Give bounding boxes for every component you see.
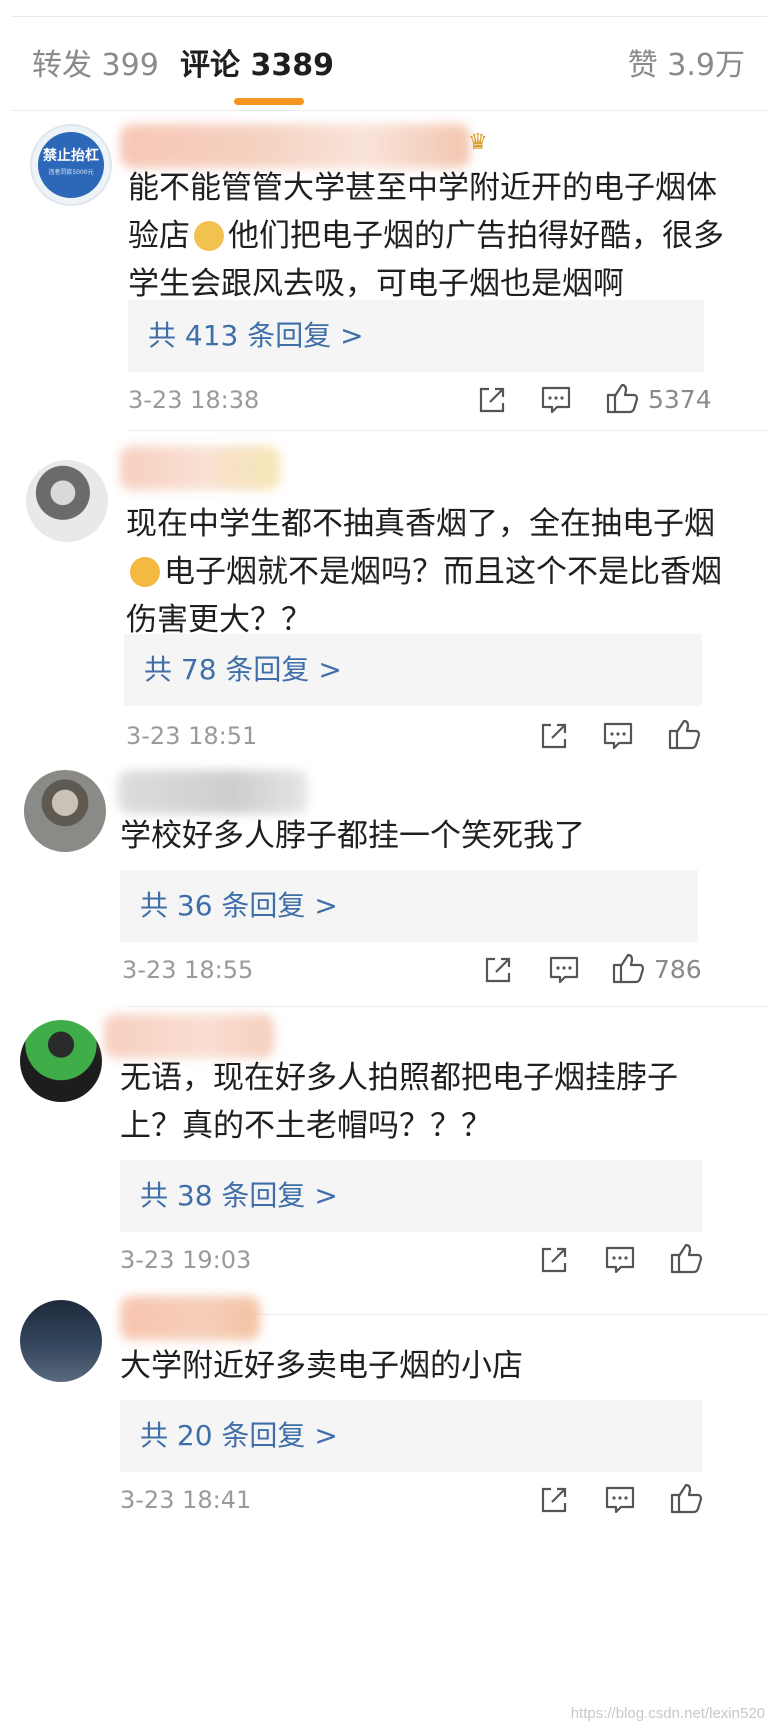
thumbs-up-icon[interactable] (610, 950, 646, 986)
comment-text: 无语，现在好多人拍照都把电子烟挂脖子上？真的不土老帽吗？？？ (120, 1060, 678, 1144)
tab-repost-count: 399 (101, 48, 159, 83)
comment-divider (128, 430, 769, 431)
top-divider (12, 16, 767, 17)
avatar[interactable]: 禁止抬杠 违者罚款5000元 (30, 124, 112, 206)
no-arguing-sign: 禁止抬杠 违者罚款5000元 (38, 132, 104, 198)
thumbs-up-icon[interactable] (668, 1240, 704, 1276)
comment-time: 3-23 18:38 (128, 386, 260, 414)
comment-text: 大学附近好多卖电子烟的小店 (120, 1348, 523, 1384)
comment-item: 学校好多人脖子都挂一个笑死我了 共 36 条回复 > 3-23 18:55 78… (0, 760, 779, 1010)
avatar[interactable] (26, 460, 108, 542)
sweat-smile-emoji-icon (130, 557, 160, 587)
replies-label: 共 38 条回复 > (140, 1179, 338, 1212)
comment-time: 3-23 18:55 (122, 956, 254, 984)
tab-likes[interactable]: 赞 3.9万 (628, 46, 745, 86)
thumbs-up-icon[interactable] (666, 716, 702, 752)
share-icon[interactable] (474, 382, 510, 418)
replies-label: 共 20 条回复 > (140, 1419, 338, 1452)
crown-icon: ♛ (468, 130, 488, 155)
comment-time: 3-23 18:51 (126, 722, 258, 750)
comment-item: 大学附近好多卖电子烟的小店 共 20 条回复 > 3-23 18:41 (0, 1290, 779, 1550)
replies-label: 共 36 条回复 > (140, 889, 338, 922)
comment-icon[interactable] (546, 952, 582, 988)
username-blurred[interactable] (104, 1014, 274, 1058)
comment-item: 禁止抬杠 违者罚款5000元 ♛ 能不能管管大学甚至中学附近开的电子烟体验店 他们… (0, 112, 779, 432)
thumbs-up-icon[interactable] (668, 1480, 704, 1516)
tab-comments-label: 评论 (180, 48, 240, 83)
replies-label: 共 78 条回复 > (144, 653, 342, 686)
comment-icon[interactable] (600, 718, 636, 754)
sign-subtext: 违者罚款5000元 (48, 169, 94, 176)
replies-link[interactable]: 共 38 条回复 > (120, 1160, 702, 1232)
replies-link[interactable]: 共 20 条回复 > (120, 1400, 702, 1472)
share-icon[interactable] (536, 1482, 572, 1518)
avatar[interactable] (20, 1020, 102, 1102)
like-count: 786 (654, 955, 702, 984)
username-blurred[interactable] (118, 770, 308, 814)
comment-item: 无语，现在好多人拍照都把电子烟挂脖子上？真的不土老帽吗？？？ 共 38 条回复 … (0, 1014, 779, 1318)
comment-text: 现在中学生都不抽真香烟了，全在抽电子烟电子烟就不是烟吗？而且这个不是比香烟伤害更… (126, 500, 726, 644)
comment-text-part: 现在中学生都不抽真香烟了，全在抽电子烟 (126, 506, 715, 542)
comment-time: 3-23 18:41 (120, 1486, 252, 1514)
replies-label: 共 413 条回复 > (148, 319, 364, 352)
replies-link[interactable]: 共 36 条回复 > (120, 870, 698, 942)
tab-repost-label: 转发 (32, 48, 92, 83)
replies-link[interactable]: 共 413 条回复 > (128, 300, 704, 372)
share-icon[interactable] (536, 1242, 572, 1278)
doge-emoji-icon (194, 221, 224, 251)
comment-divider (128, 1006, 769, 1007)
share-icon[interactable] (480, 952, 516, 988)
comment-text: 学校好多人脖子都挂一个笑死我了 (120, 818, 585, 854)
tabs-divider (12, 110, 767, 111)
comment-icon[interactable] (602, 1242, 638, 1278)
comment-text: 能不能管管大学甚至中学附近开的电子烟体验店 他们把电子烟的广告拍得好酷，很多学生会… (128, 164, 728, 308)
sign-text: 禁止抬杠 (43, 148, 99, 164)
thumbs-up-icon[interactable] (604, 380, 640, 416)
csdn-watermark: https://blog.csdn.net/lexin520 (570, 1705, 765, 1722)
like-count: 5374 (648, 385, 712, 414)
tab-comments-count: 3389 (250, 48, 334, 83)
username-blurred[interactable] (120, 124, 470, 168)
comment-time: 3-23 19:03 (120, 1246, 252, 1274)
active-tab-indicator (234, 98, 304, 105)
tab-likes-count: 3.9万 (667, 48, 745, 83)
tab-comments[interactable]: 评论 3389 (180, 46, 334, 86)
tab-likes-label: 赞 (627, 48, 658, 83)
share-icon[interactable] (536, 718, 572, 754)
avatar[interactable] (20, 1300, 102, 1382)
avatar[interactable] (24, 770, 106, 852)
comment-item: 现在中学生都不抽真香烟了，全在抽电子烟电子烟就不是烟吗？而且这个不是比香烟伤害更… (0, 436, 779, 756)
comment-icon[interactable] (538, 382, 574, 418)
tab-bar: 转发 399 评论 3389 赞 3.9万 (0, 30, 779, 110)
username-blurred[interactable] (120, 1296, 260, 1340)
comment-text-part: 电子烟就不是烟吗？而且这个不是比香烟伤害更大？？ (126, 554, 722, 638)
tab-repost[interactable]: 转发 399 (32, 46, 159, 86)
replies-link[interactable]: 共 78 条回复 > (124, 634, 702, 706)
comment-icon[interactable] (602, 1482, 638, 1518)
username-blurred[interactable] (120, 446, 280, 490)
